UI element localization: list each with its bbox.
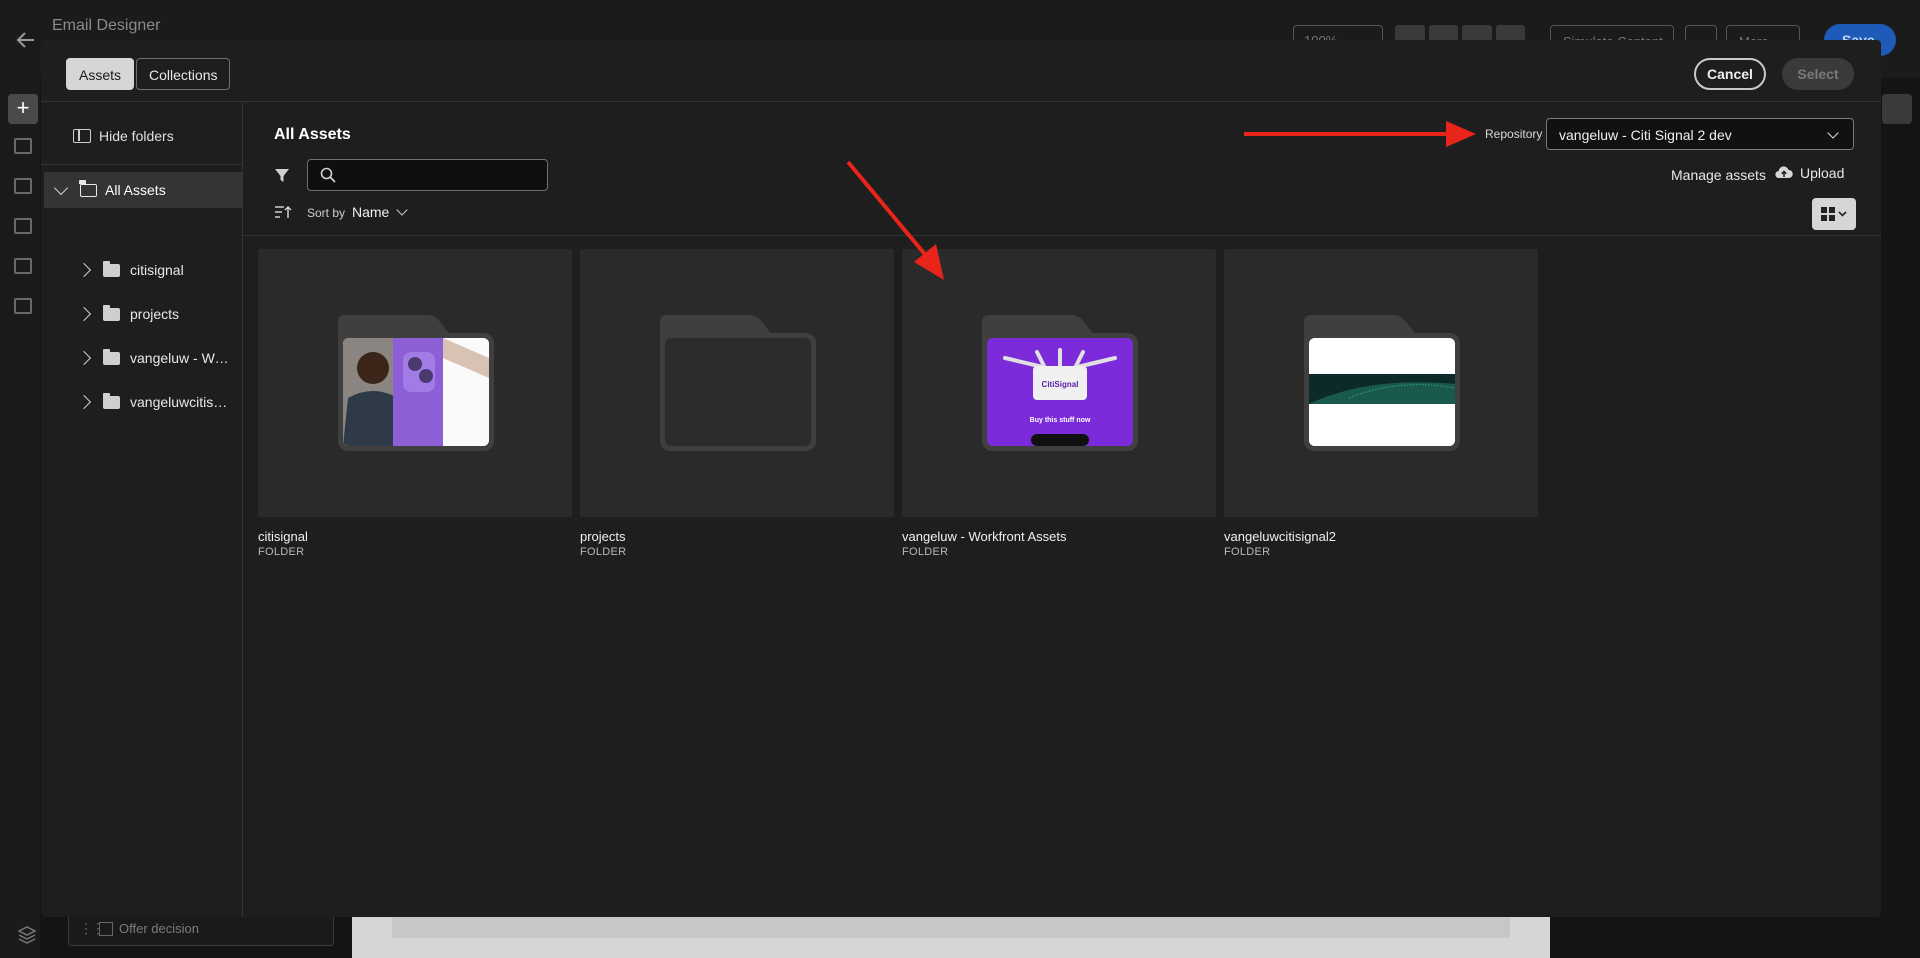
chevron-right-icon[interactable] xyxy=(76,306,92,322)
email-canvas-body xyxy=(392,917,1510,938)
chevron-right-icon[interactable] xyxy=(76,350,92,366)
cancel-button[interactable]: Cancel xyxy=(1694,58,1766,90)
folder-thumbnail xyxy=(580,249,894,517)
manage-assets-link[interactable]: Manage assets xyxy=(1671,167,1766,183)
tree-item-label: All Assets xyxy=(105,182,166,198)
folder-card-citisignal[interactable]: citisignal FOLDER xyxy=(258,249,572,558)
chevron-down-icon[interactable] xyxy=(53,180,69,196)
preview-headline: Buy this stuff now xyxy=(1030,417,1091,424)
layers-icon[interactable] xyxy=(14,218,32,234)
search-icon xyxy=(320,167,336,183)
tree-item-vangeluw-workfront[interactable]: vangeluw - Workfront Assets xyxy=(41,340,242,376)
upload-label: Upload xyxy=(1800,165,1845,181)
divider xyxy=(41,164,242,165)
brand-text: CitiSignal xyxy=(1042,380,1079,389)
hide-folders-label: Hide folders xyxy=(99,128,174,144)
folder-type: FOLDER xyxy=(902,546,949,558)
tree-item-projects[interactable]: projects xyxy=(41,296,242,332)
upload-button[interactable]: Upload xyxy=(1775,165,1844,181)
settings-sliders-icon[interactable] xyxy=(1882,94,1912,124)
folder-name: projects xyxy=(580,529,626,544)
chevron-down-icon xyxy=(1827,127,1839,139)
folder-name: vangeluw - Workfront Assets xyxy=(902,529,1067,544)
divider xyxy=(243,235,1881,236)
repository-label: Repository xyxy=(1485,127,1543,141)
page-title: All Assets xyxy=(274,126,351,143)
tree-item-all-assets[interactable]: All Assets xyxy=(44,172,242,208)
select-button[interactable]: Select xyxy=(1782,58,1854,90)
folder-icon xyxy=(103,392,120,409)
tab-assets[interactable]: Assets xyxy=(66,58,135,90)
tree-item-vangeluwcitisignal2[interactable]: vangeluwcitisignal2 xyxy=(41,384,242,420)
tree-item-label: vangeluw - Workfront Assets xyxy=(130,350,230,366)
search-input[interactable] xyxy=(344,160,544,190)
chevron-right-icon[interactable] xyxy=(76,394,92,410)
folder-type: FOLDER xyxy=(258,546,305,558)
assets-icon[interactable] xyxy=(14,178,32,194)
folder-icon xyxy=(1304,315,1460,451)
chevron-right-icon[interactable] xyxy=(76,262,92,278)
grid-view-toggle[interactable] xyxy=(1812,198,1856,230)
folder-sidebar: Hide folders All Assets citisignal proje… xyxy=(41,102,243,917)
left-rail xyxy=(0,78,40,958)
asset-selector-dialog: Assets Collections Cancel Select Hide fo… xyxy=(41,40,1881,917)
hide-folders-button[interactable]: Hide folders xyxy=(73,128,174,144)
tab-collections[interactable]: Collections xyxy=(136,58,231,90)
citisignal-email-image: CitiSignal Buy this stuff now xyxy=(987,338,1133,446)
grid-icon xyxy=(1821,207,1847,221)
offer-icon xyxy=(99,922,113,936)
folder-name: vangeluwcitisignal2 xyxy=(1224,529,1337,544)
folder-thumbnail xyxy=(258,249,572,517)
banner-image xyxy=(1309,338,1455,446)
folder-card-projects[interactable]: projects FOLDER xyxy=(580,249,894,558)
dialog-header: Assets Collections Cancel Select xyxy=(41,40,1881,102)
back-arrow-icon[interactable] xyxy=(14,28,38,52)
tree-item-label: citisignal xyxy=(130,262,184,278)
folder-type: FOLDER xyxy=(1224,546,1271,558)
annotation-arrow-folder xyxy=(846,160,944,280)
link-icon[interactable] xyxy=(14,258,32,274)
folder-icon xyxy=(660,315,816,451)
filter-icon[interactable] xyxy=(274,168,290,184)
chevron-down-icon[interactable] xyxy=(396,204,408,216)
tree-item-label: projects xyxy=(130,306,180,322)
folder-icon xyxy=(338,315,494,451)
folder-thumbnail: CitiSignal Buy this stuff now xyxy=(902,249,1216,517)
folder-open-icon xyxy=(79,179,97,197)
folder-card-vangeluwcitisignal2[interactable]: vangeluwcitisignal2 FOLDER xyxy=(1224,249,1538,558)
fragments-icon[interactable] xyxy=(14,298,32,314)
folder-thumbnail xyxy=(1224,249,1538,517)
folder-icon: CitiSignal Buy this stuff now xyxy=(982,315,1138,451)
panel-icon xyxy=(73,129,91,143)
tree-item-citisignal[interactable]: citisignal xyxy=(41,252,242,288)
sort-by-label: Sort by xyxy=(307,206,346,220)
folder-card-vangeluw-workfront-assets[interactable]: CitiSignal Buy this stuff now vangeluw -… xyxy=(902,249,1216,558)
repository-select[interactable]: vangeluw - Citi Signal 2 dev xyxy=(1546,118,1854,150)
repository-value: vangeluw - Citi Signal 2 dev xyxy=(1559,127,1732,143)
app-title: Email Designer xyxy=(52,17,161,34)
annotation-arrow-repository xyxy=(1244,121,1476,147)
search-field[interactable] xyxy=(307,159,548,191)
add-icon[interactable]: + xyxy=(8,94,38,124)
folder-type: FOLDER xyxy=(580,546,627,558)
tree-item-label: vangeluwcitisignal2 xyxy=(130,394,230,410)
structure-icon[interactable] xyxy=(14,138,32,154)
offer-decision-label: Offer decision xyxy=(119,921,199,936)
folder-icon xyxy=(103,348,120,365)
sort-order-icon[interactable] xyxy=(274,205,292,219)
sort-by-select[interactable]: Name xyxy=(352,204,389,220)
cloud-upload-icon xyxy=(1775,166,1793,179)
folder-name: citisignal xyxy=(258,529,308,544)
phone-ad-image xyxy=(343,338,489,446)
folder-icon xyxy=(103,304,120,321)
layers-stack-icon[interactable] xyxy=(16,923,38,945)
folder-icon xyxy=(103,260,120,277)
